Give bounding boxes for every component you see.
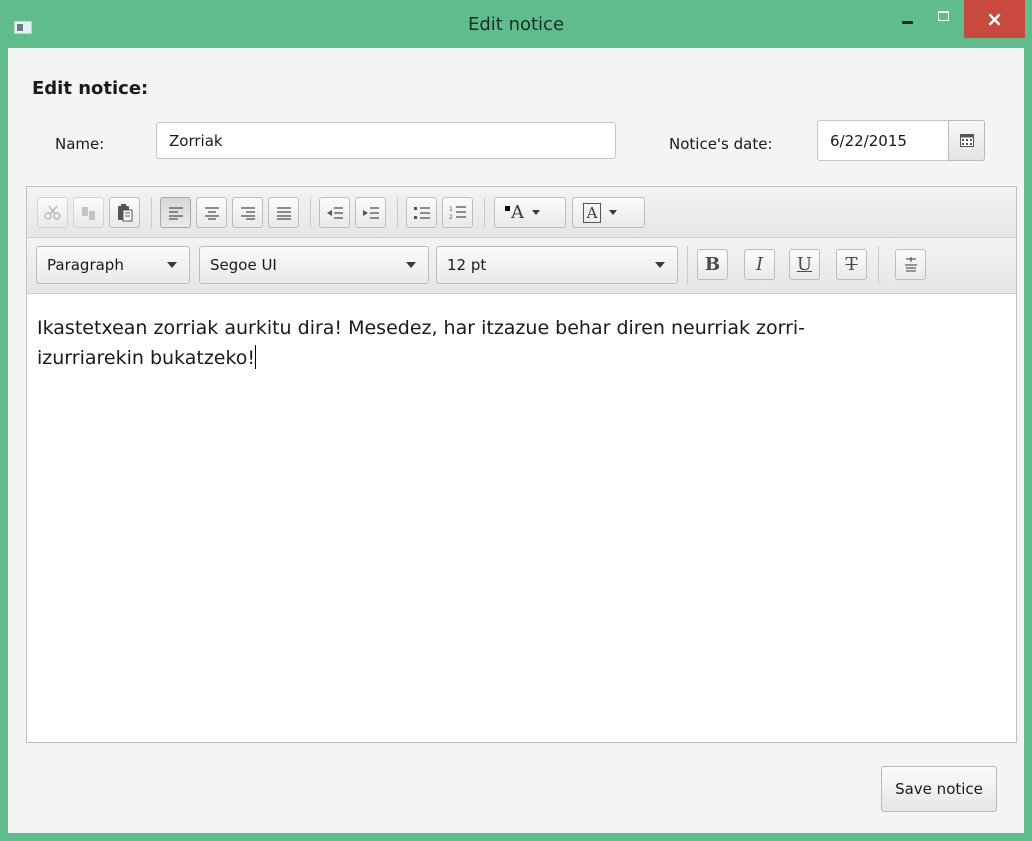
bold-button[interactable]: B	[697, 249, 728, 280]
italic-button[interactable]: I	[744, 249, 775, 280]
background-color-icon: A	[583, 202, 601, 223]
minimize-button[interactable]	[892, 0, 922, 38]
numbers-icon: 12	[449, 206, 466, 221]
window-frame: Edit notice × Edit notice: Name: Zorriak…	[0, 0, 1032, 841]
bullets-button[interactable]	[406, 197, 437, 228]
numbers-button[interactable]: 12	[442, 197, 473, 228]
text-color-button[interactable]: A	[494, 197, 566, 228]
strikethrough-button[interactable]: T	[836, 249, 867, 280]
paste-button[interactable]	[109, 197, 140, 228]
name-field-value: Zorriak	[169, 131, 223, 150]
copy-icon	[81, 206, 95, 220]
font-family-select[interactable]: Segoe UI	[199, 246, 429, 284]
cut-button[interactable]	[37, 197, 68, 228]
toolbar-separator	[878, 246, 879, 284]
align-justify-icon	[276, 206, 291, 220]
text-color-swatch	[505, 206, 510, 211]
indent-icon	[362, 206, 379, 219]
svg-text:2: 2	[449, 214, 453, 221]
chevron-down-icon	[406, 262, 416, 268]
toolbar-separator	[310, 197, 311, 228]
editor-line: izurriarekin bukatzeko!	[37, 347, 256, 369]
bold-icon: B	[704, 254, 721, 275]
align-left-icon	[168, 206, 183, 220]
align-right-button[interactable]	[232, 197, 263, 228]
font-size-value: 12 pt	[447, 256, 487, 274]
chevron-down-icon	[532, 210, 540, 215]
close-icon: ×	[986, 7, 1003, 31]
horizontal-rule-button[interactable]	[895, 249, 926, 280]
name-field[interactable]: Zorriak	[156, 122, 616, 159]
page-title: Edit notice:	[32, 78, 149, 99]
chevron-down-icon	[609, 210, 617, 215]
name-label: Name:	[55, 135, 105, 153]
edit-toolbar: 12 A A	[27, 187, 1016, 238]
maximize-button[interactable]	[928, 0, 958, 38]
editor-content[interactable]: Ikastetxean zorriak aurkitu dira! Mesede…	[27, 295, 1016, 742]
align-right-icon	[240, 206, 255, 220]
html-editor: 12 A A Paragraph Segoe UI 12 pt B I U T …	[26, 186, 1017, 743]
toolbar-separator	[151, 197, 152, 228]
bullets-icon	[413, 206, 430, 219]
window-title: Edit notice	[467, 14, 565, 35]
font-size-select[interactable]: 12 pt	[436, 246, 678, 284]
format-toolbar: Paragraph Segoe UI 12 pt B I U T	[27, 238, 1016, 294]
align-center-button[interactable]	[196, 197, 227, 228]
text-cursor	[255, 345, 257, 369]
calendar-button[interactable]	[948, 120, 985, 161]
text-color-icon: A	[511, 202, 524, 223]
align-center-icon	[204, 206, 219, 220]
outdent-button[interactable]	[319, 197, 350, 228]
underline-button[interactable]: U	[789, 249, 820, 280]
paragraph-style-value: Paragraph	[47, 256, 124, 274]
save-notice-button[interactable]: Save notice	[881, 766, 997, 812]
outdent-icon	[326, 206, 343, 219]
indent-button[interactable]	[355, 197, 386, 228]
chevron-down-icon	[655, 262, 665, 268]
svg-text:1: 1	[449, 206, 453, 213]
cut-icon	[43, 205, 61, 220]
toolbar-separator	[687, 246, 688, 284]
close-button[interactable]: ×	[964, 0, 1025, 38]
strikethrough-icon: T	[845, 254, 858, 275]
underline-icon: U	[796, 254, 813, 275]
date-field[interactable]: 6/22/2015	[817, 120, 949, 161]
horizontal-rule-icon	[904, 256, 917, 272]
copy-button[interactable]	[73, 197, 104, 228]
date-field-value: 6/22/2015	[830, 131, 907, 150]
paragraph-style-select[interactable]: Paragraph	[36, 246, 190, 284]
minimize-icon	[901, 20, 913, 24]
editor-line: Ikastetxean zorriak aurkitu dira! Mesede…	[37, 317, 806, 339]
font-family-value: Segoe UI	[210, 256, 277, 274]
align-justify-button[interactable]	[268, 197, 299, 228]
background-color-button[interactable]: A	[572, 197, 645, 228]
toolbar-separator	[484, 197, 485, 228]
toolbar-separator	[397, 197, 398, 228]
title-bar[interactable]: Edit notice ×	[0, 0, 1032, 48]
maximize-icon	[937, 11, 949, 21]
paste-icon	[117, 203, 132, 221]
italic-icon: I	[755, 254, 764, 275]
date-label: Notice's date:	[669, 135, 773, 153]
chevron-down-icon	[167, 262, 177, 268]
align-left-button[interactable]	[160, 197, 191, 228]
calendar-icon	[959, 134, 974, 147]
